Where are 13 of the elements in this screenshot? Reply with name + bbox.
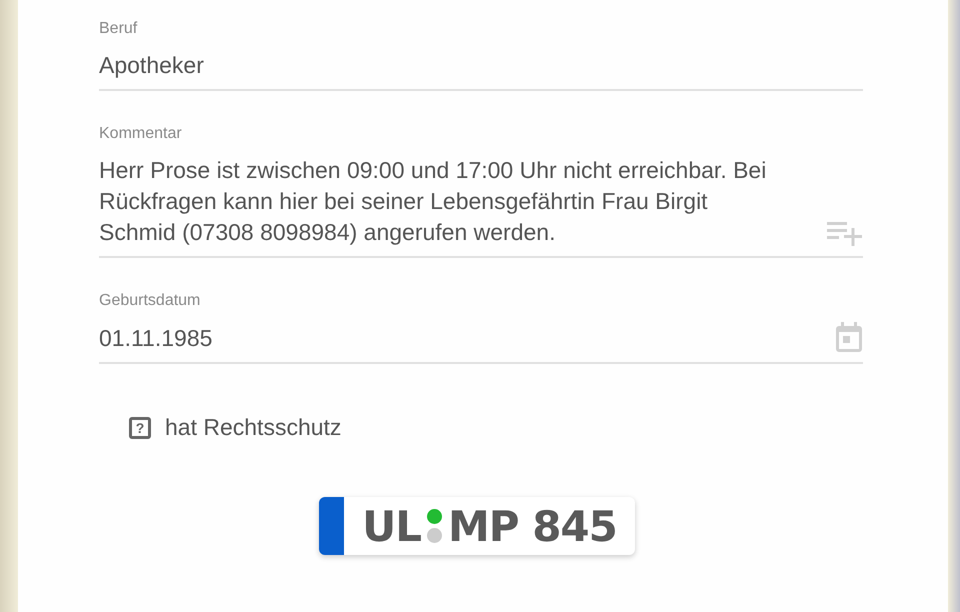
eu-band xyxy=(319,497,344,555)
plate-region: UL xyxy=(362,502,421,550)
field-label: Kommentar xyxy=(99,125,183,143)
input-field[interactable]: 01.11.1985 xyxy=(99,323,212,354)
plate-number: MP 845 xyxy=(448,502,617,550)
checkbox-label[interactable]: hat Rechtsschutz xyxy=(165,414,342,441)
input-field[interactable]: Herr Prose ist zwischen 09:00 und 17:00 Uhr nicht erreichbar. Bei Rückfragen kann hier bei seiner Lebensgefährtin Frau Birgit Schmid (07308 8098984) angerufen werden. xyxy=(99,155,789,248)
field-label: Geburtsdatum xyxy=(99,292,202,310)
input-field[interactable]: Apotheker xyxy=(99,50,204,81)
playlist-add-icon[interactable] xyxy=(827,220,863,246)
checkbox[interactable]: ? xyxy=(129,416,151,438)
field-label: Beruf xyxy=(99,20,138,38)
calendar-icon[interactable] xyxy=(835,322,863,352)
